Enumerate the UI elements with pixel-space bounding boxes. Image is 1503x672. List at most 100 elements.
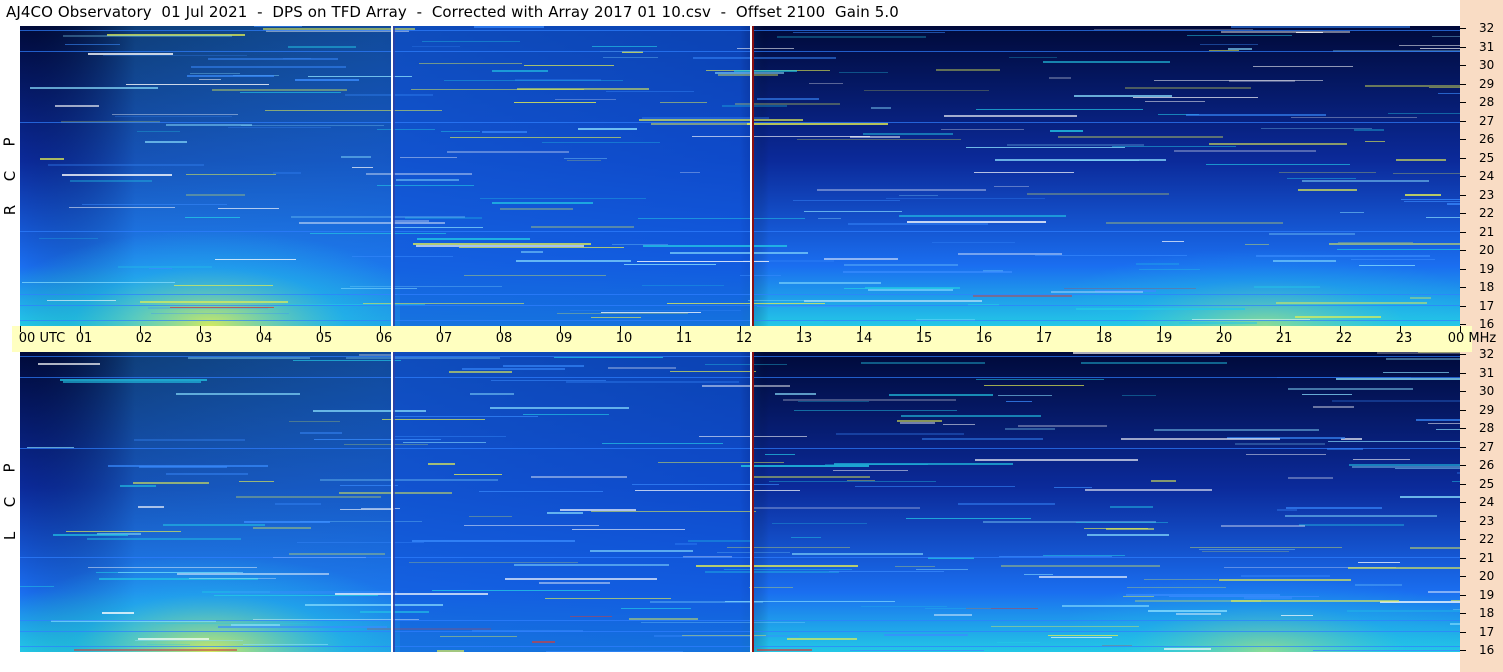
freq-label: 24 bbox=[1479, 169, 1495, 183]
time-label: 18 bbox=[1095, 331, 1113, 346]
time-label: 23 bbox=[1395, 331, 1413, 346]
freq-tick bbox=[1460, 594, 1466, 596]
time-label: 16 bbox=[975, 331, 993, 346]
freq-label: 16 bbox=[1479, 643, 1495, 657]
time-label: 00 MHz bbox=[1447, 331, 1497, 346]
time-label: 07 bbox=[435, 331, 453, 346]
freq-tick bbox=[1460, 231, 1466, 233]
freq-label: 22 bbox=[1479, 532, 1495, 546]
freq-label: 18 bbox=[1479, 280, 1495, 294]
freq-label: 22 bbox=[1479, 206, 1495, 220]
freq-label: 20 bbox=[1479, 243, 1495, 257]
time-label: 03 bbox=[195, 331, 213, 346]
freq-tick bbox=[1460, 305, 1466, 307]
freq-label: 26 bbox=[1479, 132, 1495, 146]
freq-tick bbox=[1460, 446, 1466, 448]
rcp-spectrogram bbox=[20, 26, 1460, 326]
time-label: 05 bbox=[315, 331, 333, 346]
freq-tick bbox=[1460, 46, 1466, 48]
freq-label: 28 bbox=[1479, 95, 1495, 109]
freq-tick bbox=[1460, 194, 1466, 196]
freq-label: 18 bbox=[1479, 606, 1495, 620]
time-label: 01 bbox=[75, 331, 93, 346]
freq-tick bbox=[1460, 650, 1466, 651]
freq-label: 21 bbox=[1479, 224, 1495, 239]
freq-tick bbox=[1460, 176, 1466, 177]
freq-tick bbox=[1460, 409, 1466, 411]
freq-label: 23 bbox=[1479, 513, 1495, 528]
freq-label: 29 bbox=[1479, 76, 1495, 91]
freq-label: 29 bbox=[1479, 402, 1495, 417]
freq-tick bbox=[1460, 83, 1466, 85]
freq-tick bbox=[1460, 539, 1466, 540]
freq-tick bbox=[1460, 631, 1466, 633]
time-label: 09 bbox=[555, 331, 573, 346]
time-axis: 00 UTC 01 02 03 04 05 06 07 08 09 10 11 12 13 14 15 16 17… bbox=[12, 326, 1496, 352]
freq-label: 32 bbox=[1479, 21, 1495, 35]
freq-label: 25 bbox=[1479, 476, 1495, 491]
freq-label: 21 bbox=[1479, 550, 1495, 565]
time-label: 06 bbox=[375, 331, 393, 346]
freq-tick bbox=[1460, 28, 1466, 29]
freq-label: 19 bbox=[1479, 587, 1495, 602]
freq-tick bbox=[1460, 120, 1466, 122]
time-label: 02 bbox=[135, 331, 153, 346]
time-label: 10 bbox=[615, 331, 633, 346]
lcp-freq-axis: 32 31 30 29 28 27 26 25 24 23 22 21 20 19 18 17 16 bbox=[1460, 347, 1503, 657]
freq-tick bbox=[1460, 520, 1466, 522]
freq-tick bbox=[1460, 483, 1466, 485]
rcp-side-label: P C R bbox=[0, 26, 20, 326]
freq-tick bbox=[1460, 250, 1466, 251]
freq-label: 24 bbox=[1479, 495, 1495, 509]
freq-label: 16 bbox=[1479, 317, 1495, 331]
freq-label: 20 bbox=[1479, 569, 1495, 583]
time-label: 13 bbox=[795, 331, 813, 346]
freq-tick bbox=[1460, 391, 1466, 392]
freq-label: 26 bbox=[1479, 458, 1495, 472]
freq-tick bbox=[1460, 465, 1466, 466]
freq-label: 27 bbox=[1479, 113, 1495, 128]
time-label: 00 UTC bbox=[18, 331, 66, 346]
freq-tick bbox=[1460, 139, 1466, 140]
time-label: 15 bbox=[915, 331, 933, 346]
time-label: 19 bbox=[1155, 331, 1173, 346]
time-label: 20 bbox=[1215, 331, 1233, 346]
freq-label: 31 bbox=[1479, 365, 1495, 380]
freq-tick bbox=[1460, 157, 1466, 159]
freq-tick bbox=[1460, 354, 1466, 355]
freq-tick bbox=[1460, 502, 1466, 503]
freq-label: 19 bbox=[1479, 261, 1495, 276]
freq-tick bbox=[1460, 213, 1466, 214]
time-label: 04 bbox=[255, 331, 273, 346]
freq-label: 27 bbox=[1479, 439, 1495, 454]
freq-label: 30 bbox=[1479, 58, 1495, 72]
time-label: 11 bbox=[675, 331, 693, 346]
time-label: 21 bbox=[1275, 331, 1293, 346]
freq-tick bbox=[1460, 268, 1466, 270]
freq-label: 23 bbox=[1479, 187, 1495, 202]
freq-label: 17 bbox=[1479, 624, 1495, 639]
lcp-side-label: P C L bbox=[0, 352, 20, 652]
time-label: 14 bbox=[855, 331, 873, 346]
freq-label: 17 bbox=[1479, 298, 1495, 313]
freq-tick bbox=[1460, 372, 1466, 374]
chart-title: AJ4CO Observatory 01 Jul 2021 - DPS on T… bbox=[6, 3, 899, 21]
freq-tick bbox=[1460, 65, 1466, 66]
freq-tick bbox=[1460, 287, 1466, 288]
time-label: 17 bbox=[1035, 331, 1053, 346]
rcp-freq-axis: 32 31 30 29 28 27 26 25 24 23 22 21 20 19 18 17 16 bbox=[1460, 21, 1503, 331]
freq-label: 31 bbox=[1479, 39, 1495, 54]
freq-tick bbox=[1460, 102, 1466, 103]
time-label: 12 bbox=[735, 331, 753, 346]
freq-tick bbox=[1460, 576, 1466, 577]
freq-tick bbox=[1460, 557, 1466, 559]
spectrogram-image bbox=[20, 352, 1460, 652]
spectrogram-image bbox=[20, 26, 1460, 326]
lcp-spectrogram bbox=[20, 352, 1460, 652]
freq-tick bbox=[1460, 613, 1466, 614]
freq-label: 32 bbox=[1479, 347, 1495, 361]
freq-tick bbox=[1460, 428, 1466, 429]
freq-label: 30 bbox=[1479, 384, 1495, 398]
freq-label: 25 bbox=[1479, 150, 1495, 165]
freq-label: 28 bbox=[1479, 421, 1495, 435]
